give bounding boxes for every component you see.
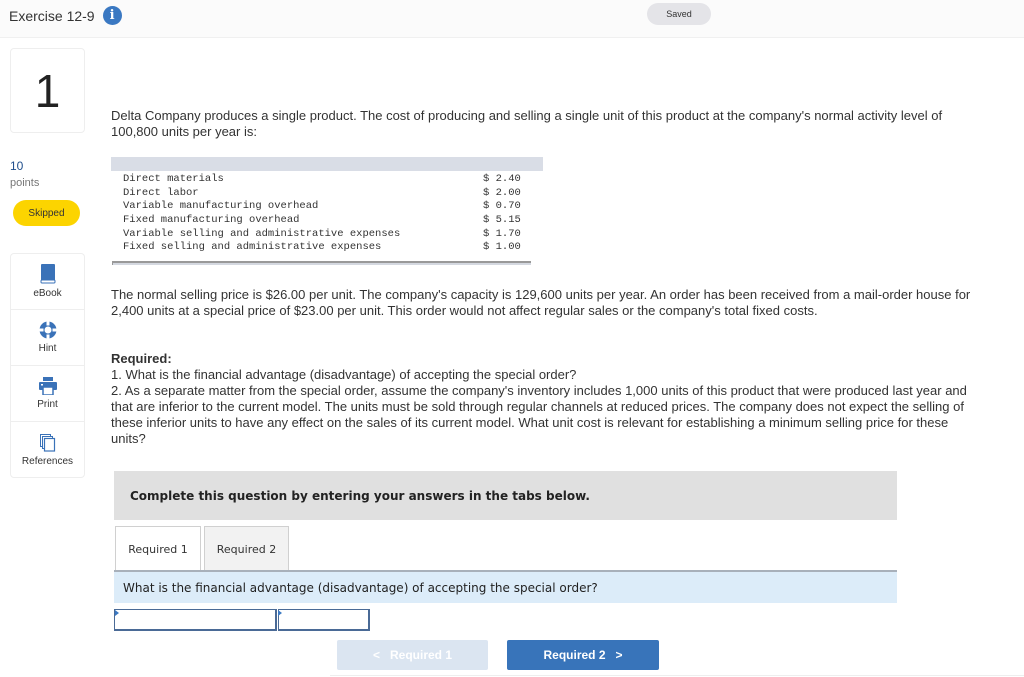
cost-value: $ 2.00 — [483, 186, 521, 199]
cost-label: Fixed selling and administrative expense… — [123, 241, 382, 254]
answer-field-wrap — [277, 609, 370, 631]
required-2-text: 2. As a separate matter from the special… — [111, 383, 967, 446]
cost-table: Direct materials $ 2.40 Direct labor $ 2… — [111, 157, 543, 266]
tab-required-1[interactable]: Required 1 — [115, 526, 201, 571]
references-label: References — [21, 455, 74, 467]
saved-status-badge: Saved — [647, 3, 711, 25]
hint-label: Hint — [38, 343, 57, 354]
answer-label-input[interactable] — [114, 609, 277, 631]
references-button[interactable]: References — [11, 422, 84, 478]
cost-value: $ 0.70 — [483, 200, 521, 213]
points-value: 10 — [10, 159, 24, 173]
intro-paragraph: Delta Company produces a single product.… — [111, 108, 943, 139]
printer-icon — [38, 377, 57, 395]
required-1-text: 1. What is the financial advantage (disa… — [111, 367, 577, 382]
exercise-title: Exercise 12-9 — [9, 7, 95, 24]
cost-label: Variable selling and administrative expe… — [123, 227, 401, 240]
documents-icon — [39, 433, 56, 452]
print-button[interactable]: Print — [11, 366, 84, 422]
price-paragraph: The normal selling price is $26.00 per u… — [111, 287, 971, 318]
cost-label: Variable manufacturing overhead — [123, 200, 319, 213]
question-prompt: What is the financial advantage (disadva… — [114, 570, 897, 603]
cost-row: Fixed selling and administrative expense… — [111, 241, 543, 255]
cost-value: $ 1.70 — [483, 227, 521, 240]
prev-required-button[interactable]: < Required 1 — [337, 640, 488, 670]
cost-row: Variable selling and administrative expe… — [111, 228, 543, 242]
ebook-label: eBook — [33, 288, 62, 299]
question-number: 1 — [10, 48, 85, 133]
chevron-right-icon: > — [615, 648, 623, 662]
required-section: Required: 1. What is the financial advan… — [111, 351, 971, 447]
print-label: Print — [37, 399, 58, 410]
exercise-title-wrap: Exercise 12-9 i — [9, 6, 122, 25]
tools-panel: eBook Hint Print References — [10, 253, 85, 478]
cost-value: $ 5.15 — [483, 214, 521, 227]
tab-required-2[interactable]: Required 2 — [204, 526, 289, 571]
answer-row — [114, 609, 370, 631]
cost-table-header — [111, 157, 543, 171]
answer-tabs: Required 1 Required 2 — [115, 526, 289, 571]
skipped-status-badge: Skipped — [13, 200, 80, 226]
instruction-box: Complete this question by entering your … — [114, 471, 897, 520]
cost-value: $ 1.00 — [483, 241, 521, 254]
cost-value: $ 2.40 — [483, 173, 521, 185]
answer-field-wrap — [114, 609, 277, 631]
next-required-button[interactable]: Required 2 > — [507, 640, 659, 670]
answer-amount-input[interactable] — [278, 609, 370, 631]
ebook-button[interactable]: eBook — [11, 254, 84, 310]
required-title: Required: — [111, 351, 172, 366]
info-icon[interactable]: i — [102, 6, 122, 25]
cost-row: Variable manufacturing overhead $ 0.70 — [111, 200, 543, 214]
cost-row: Fixed manufacturing overhead $ 5.15 — [111, 214, 543, 228]
hint-button[interactable]: Hint — [11, 310, 84, 366]
points-label: points — [10, 177, 40, 189]
bottom-divider — [330, 675, 1024, 676]
cost-label: Direct materials — [123, 173, 224, 185]
cost-row: Direct labor $ 2.00 — [111, 187, 543, 201]
chevron-left-icon: < — [372, 648, 380, 662]
prev-required-label: Required 1 — [390, 648, 453, 662]
cost-label: Fixed manufacturing overhead — [123, 214, 300, 227]
lifebuoy-icon — [39, 321, 57, 339]
cost-row: Direct materials $ 2.40 — [111, 173, 543, 187]
book-icon — [40, 264, 56, 284]
cost-table-footer — [112, 261, 531, 266]
top-bar: Exercise 12-9 i Saved — [0, 0, 1024, 38]
cost-table-body: Direct materials $ 2.40 Direct labor $ 2… — [111, 171, 543, 255]
next-required-label: Required 2 — [543, 648, 606, 662]
cost-label: Direct labor — [123, 186, 199, 199]
